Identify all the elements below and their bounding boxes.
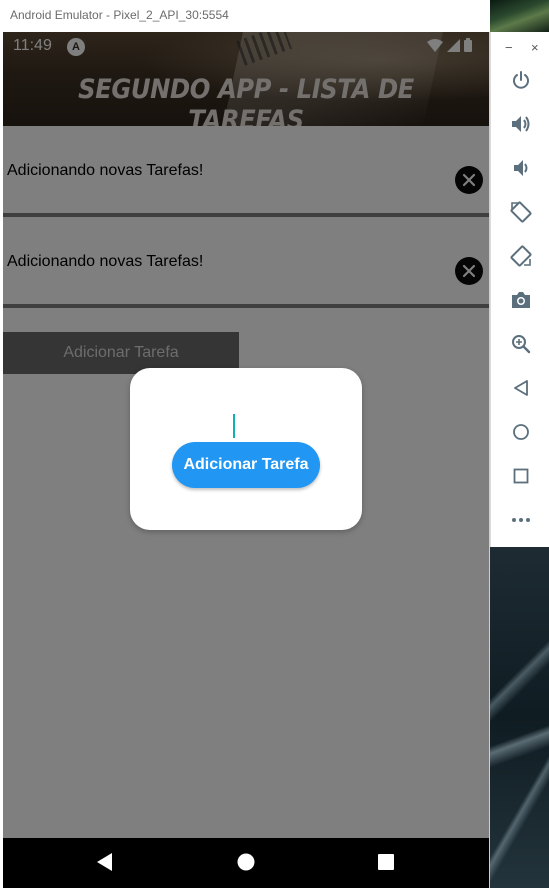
camera-icon [511, 292, 530, 308]
more-button[interactable] [491, 504, 549, 536]
home-circle-icon [237, 853, 255, 871]
rotate-right-button[interactable] [491, 240, 549, 272]
overview-button[interactable] [491, 460, 549, 492]
more-icon [511, 518, 530, 522]
nav-recents-button[interactable] [376, 852, 396, 877]
back-button[interactable] [491, 372, 549, 404]
power-icon [512, 71, 529, 89]
power-button[interactable] [491, 64, 549, 96]
nav-back-button[interactable] [95, 852, 115, 877]
home-button[interactable] [491, 416, 549, 448]
emulator-window: Android Emulator - Pixel_2_API_30:5554 1… [0, 0, 490, 888]
android-navigation-bar [3, 838, 489, 888]
rotate-right-icon [510, 245, 531, 267]
rotate-left-icon [510, 201, 531, 223]
volume-down-icon [513, 160, 527, 176]
back-triangle-icon [97, 853, 112, 871]
zoom-button[interactable] [491, 328, 549, 360]
zoom-icon [511, 335, 530, 354]
task-input[interactable] [176, 408, 316, 440]
volume-down-button[interactable] [491, 152, 549, 184]
volume-up-button[interactable] [491, 108, 549, 140]
home-icon [512, 424, 529, 440]
rotate-left-button[interactable] [491, 196, 549, 228]
screenshot-button[interactable] [491, 284, 549, 316]
window-titlebar[interactable]: Android Emulator - Pixel_2_API_30:5554 [0, 0, 490, 32]
volume-up-icon [511, 116, 529, 132]
desktop-background-top-right [490, 0, 549, 32]
desktop-background-right [490, 547, 549, 888]
close-window-button[interactable]: × [531, 40, 539, 55]
add-task-dialog: Adicionar Tarefa [130, 368, 362, 530]
window-title: Android Emulator - Pixel_2_API_30:5554 [10, 8, 229, 22]
recents-square-icon [378, 854, 394, 870]
back-icon [513, 380, 528, 396]
nav-home-button[interactable] [236, 852, 256, 877]
confirm-add-task-button[interactable]: Adicionar Tarefa [172, 442, 320, 488]
minimize-button[interactable]: − [505, 40, 513, 55]
phone-screen: 11:49 A SEGUNDO APP - LISTA DE TAREFAS A… [3, 32, 489, 888]
overview-icon [513, 468, 528, 484]
emulator-toolbar: − × [490, 32, 549, 547]
text-cursor [233, 414, 235, 438]
